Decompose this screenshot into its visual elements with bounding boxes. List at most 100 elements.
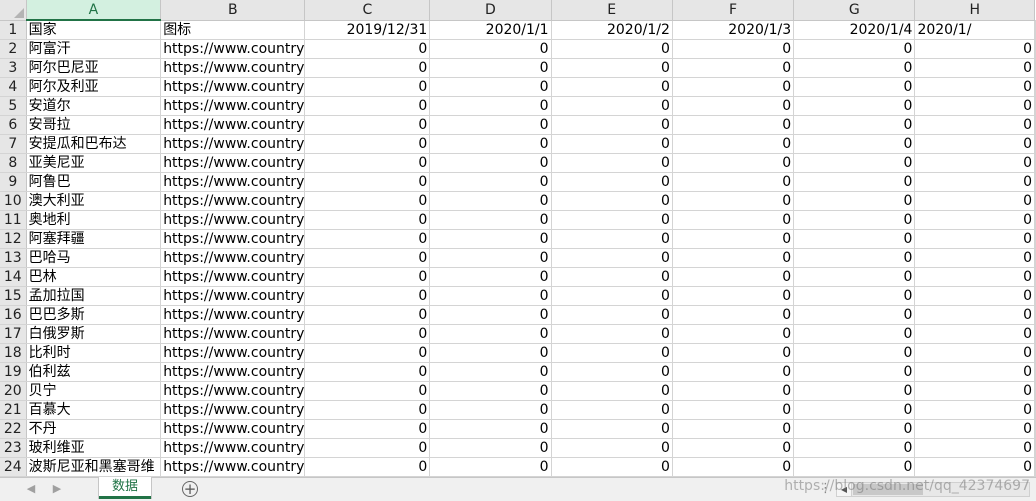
cell-country[interactable]: 伯利兹 <box>26 362 162 382</box>
row-header[interactable]: 8 <box>0 153 27 173</box>
cell-value[interactable]: 0 <box>914 58 1035 78</box>
cell-country[interactable]: 白俄罗斯 <box>26 324 162 344</box>
cell-icon-url[interactable]: https://www.country <box>160 286 306 306</box>
cell-empty[interactable] <box>1034 153 1036 173</box>
cell-value[interactable]: 0 <box>551 248 673 268</box>
cell-empty[interactable] <box>1034 229 1036 249</box>
cell-country[interactable]: 阿尔巴尼亚 <box>26 58 162 78</box>
spreadsheet-grid[interactable]: A B C D E F G H 1 国家 图标 2019/12/31 2020/… <box>0 0 1036 477</box>
cell-value[interactable]: 0 <box>793 400 916 420</box>
cell-value[interactable]: 0 <box>304 210 431 230</box>
cell-value[interactable]: 0 <box>551 134 673 154</box>
cell-value[interactable]: 0 <box>914 324 1035 344</box>
cell-value[interactable]: 0 <box>429 305 552 325</box>
cell-icon-url[interactable]: https://www.country <box>160 172 306 192</box>
cell-value[interactable]: 0 <box>914 191 1035 211</box>
cell-empty[interactable] <box>1034 343 1036 363</box>
cell-value[interactable]: 0 <box>914 210 1035 230</box>
row-header[interactable]: 23 <box>0 438 27 458</box>
cell-f1[interactable]: 2020/1/3 <box>672 20 795 40</box>
cell-value[interactable]: 0 <box>304 343 431 363</box>
row-header[interactable]: 17 <box>0 324 27 344</box>
cell-value[interactable]: 0 <box>304 39 431 59</box>
cell-country[interactable]: 阿鲁巴 <box>26 172 162 192</box>
row-header[interactable]: 10 <box>0 191 27 211</box>
cell-icon-url[interactable]: https://www.country <box>160 324 306 344</box>
row-header[interactable]: 6 <box>0 115 27 135</box>
cell-value[interactable]: 0 <box>793 229 916 249</box>
cell-value[interactable]: 0 <box>914 362 1035 382</box>
cell-value[interactable]: 0 <box>429 419 552 439</box>
cell-empty[interactable] <box>1034 96 1036 116</box>
cell-value[interactable]: 0 <box>914 381 1035 401</box>
cell-value[interactable]: 0 <box>551 438 673 458</box>
cell-value[interactable]: 0 <box>304 58 431 78</box>
row-header[interactable]: 2 <box>0 39 27 59</box>
cell-e1[interactable]: 2020/1/2 <box>551 20 673 40</box>
cell-empty[interactable] <box>1034 248 1036 268</box>
row-header[interactable]: 15 <box>0 286 27 306</box>
cell-value[interactable]: 0 <box>672 39 795 59</box>
row-header[interactable]: 21 <box>0 400 27 420</box>
cell-value[interactable]: 0 <box>304 419 431 439</box>
cell-value[interactable]: 0 <box>914 96 1035 116</box>
cell-country[interactable]: 不丹 <box>26 419 162 439</box>
column-header-g[interactable]: G <box>793 0 916 21</box>
cell-value[interactable]: 0 <box>793 210 916 230</box>
cell-value[interactable]: 0 <box>672 96 795 116</box>
cell-icon-url[interactable]: https://www.country <box>160 58 306 78</box>
cell-b1[interactable]: 图标 <box>160 20 306 40</box>
cell-country[interactable]: 安提瓜和巴布达 <box>26 134 162 154</box>
cell-g1[interactable]: 2020/1/4 <box>793 20 916 40</box>
cell-value[interactable]: 0 <box>914 172 1035 192</box>
cell-value[interactable]: 0 <box>793 419 916 439</box>
cell-value[interactable]: 0 <box>672 438 795 458</box>
cell-icon-url[interactable]: https://www.country <box>160 343 306 363</box>
cell-value[interactable]: 0 <box>914 248 1035 268</box>
horizontal-scrollbar[interactable]: ◀ <box>836 482 1030 497</box>
cell-empty[interactable] <box>1034 191 1036 211</box>
cell-table[interactable]: A B C D E F G H 1 国家 图标 2019/12/31 2020/… <box>0 0 1036 477</box>
row-header[interactable]: 1 <box>0 20 27 40</box>
cell-empty[interactable] <box>1034 457 1036 477</box>
cell-empty[interactable] <box>1034 400 1036 420</box>
cell-icon-url[interactable]: https://www.country <box>160 248 306 268</box>
cell-value[interactable]: 0 <box>429 172 552 192</box>
scroll-left-icon[interactable]: ◀ <box>837 483 852 496</box>
cell-value[interactable]: 0 <box>914 438 1035 458</box>
cell-empty[interactable] <box>1034 438 1036 458</box>
column-header-b[interactable]: B <box>160 0 306 21</box>
cell-value[interactable]: 0 <box>914 267 1035 287</box>
cell-value[interactable]: 0 <box>304 267 431 287</box>
cell-value[interactable]: 0 <box>914 457 1035 477</box>
cell-value[interactable]: 0 <box>793 305 916 325</box>
cell-value[interactable]: 0 <box>551 96 673 116</box>
cell-value[interactable]: 0 <box>304 305 431 325</box>
row-header[interactable]: 20 <box>0 381 27 401</box>
cell-value[interactable]: 0 <box>429 248 552 268</box>
cell-value[interactable]: 0 <box>304 248 431 268</box>
triangle-right-icon[interactable]: ▶ <box>50 482 64 496</box>
row-header[interactable]: 14 <box>0 267 27 287</box>
cell-value[interactable]: 0 <box>429 362 552 382</box>
cell-icon-url[interactable]: https://www.country <box>160 210 306 230</box>
column-header-f[interactable]: F <box>672 0 795 21</box>
cell-value[interactable]: 0 <box>793 324 916 344</box>
cell-value[interactable]: 0 <box>914 77 1035 97</box>
cell-country[interactable]: 巴巴多斯 <box>26 305 162 325</box>
cell-value[interactable]: 0 <box>551 400 673 420</box>
cell-icon-url[interactable]: https://www.country <box>160 134 306 154</box>
cell-value[interactable]: 0 <box>551 39 673 59</box>
cell-value[interactable]: 0 <box>429 343 552 363</box>
cell-value[interactable]: 0 <box>551 324 673 344</box>
cell-value[interactable]: 0 <box>672 229 795 249</box>
cell-icon-url[interactable]: https://www.country <box>160 362 306 382</box>
cell-value[interactable]: 0 <box>672 305 795 325</box>
cell-value[interactable]: 0 <box>304 96 431 116</box>
cell-value[interactable]: 0 <box>304 134 431 154</box>
row-header[interactable]: 11 <box>0 210 27 230</box>
cell-icon-url[interactable]: https://www.country <box>160 305 306 325</box>
cell-country[interactable]: 安哥拉 <box>26 115 162 135</box>
row-header[interactable]: 3 <box>0 58 27 78</box>
cell-h1[interactable]: 2020/1/ <box>914 20 1035 40</box>
